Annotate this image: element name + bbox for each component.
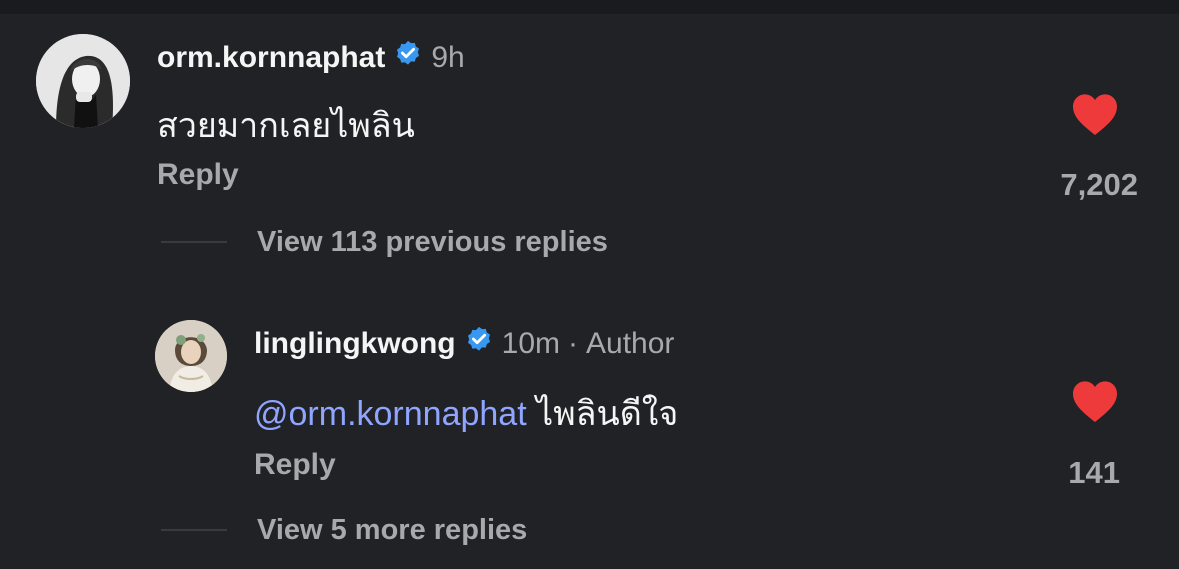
reply-button[interactable]: Reply [157,158,239,192]
view-more-replies-row[interactable]: View 5 more replies [161,512,527,548]
avatar[interactable] [36,34,130,128]
mention-link[interactable]: @orm.kornnaphat [254,395,527,433]
heart-icon [1073,381,1117,422]
comment-body: ไพลินดีใจ [536,395,679,433]
like-count: 141 [1068,455,1120,490]
username[interactable]: orm.kornnaphat [157,41,385,75]
comment-body: สวยมากเลยไพลิน [157,107,415,145]
comment-header: linglingkwong 10m · Author [254,326,674,362]
view-previous-replies[interactable]: View 113 previous replies [257,226,608,259]
top-divider [0,0,1179,14]
heart-icon [1073,94,1117,135]
view-more-replies[interactable]: View 5 more replies [257,514,527,547]
reply-button[interactable]: Reply [254,448,336,482]
avatar[interactable] [155,320,227,392]
timestamp: 9h [431,41,465,74]
timestamp: 10m [501,327,560,360]
view-previous-replies-row[interactable]: View 113 previous replies [161,224,608,260]
comment-text: สวยมากเลยไพลิน [157,98,415,152]
like-button[interactable] [1071,92,1121,138]
verified-badge-icon [464,325,494,363]
thread-line [161,241,227,243]
like-button[interactable] [1071,379,1121,425]
comment-text: @orm.kornnaphat ไพลินดีใจ [254,386,678,440]
thread-line [161,529,227,531]
like-count: 7,202 [1060,167,1138,202]
username[interactable]: linglingkwong [254,327,456,361]
verified-badge-icon [393,39,423,77]
author-badge: Author [586,327,675,360]
separator: · [568,327,578,360]
comment-header: orm.kornnaphat 9h [157,40,465,76]
